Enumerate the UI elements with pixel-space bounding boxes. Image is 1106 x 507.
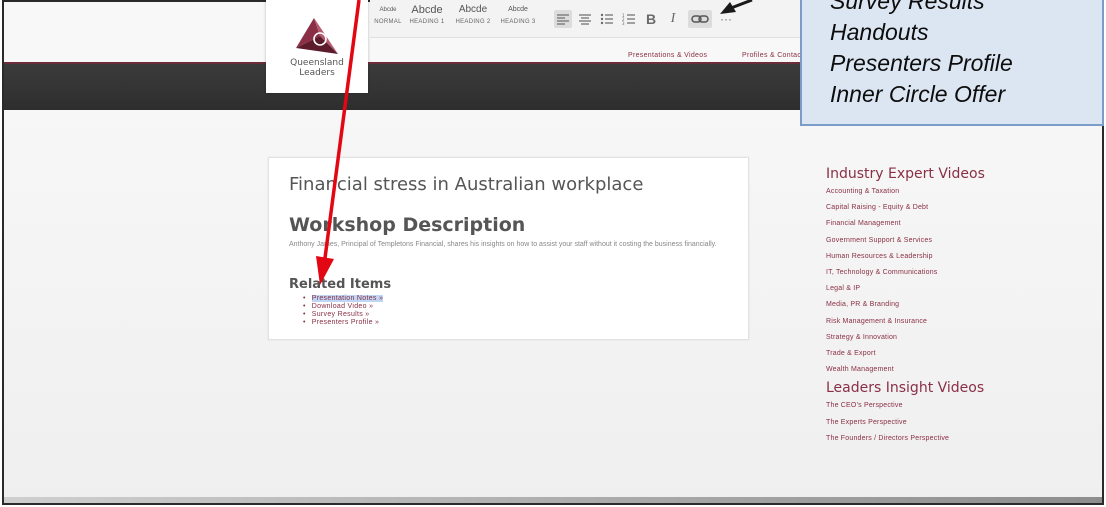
workshop-heading: Workshop Description	[289, 214, 526, 236]
style-heading-1[interactable]: Abcde HEADING 1	[406, 3, 448, 25]
sidebar-item-human-resources[interactable]: Human Resources & Leadership	[826, 249, 1096, 265]
bullet-list-button[interactable]	[598, 10, 616, 28]
article-card: Financial stress in Australian workplace…	[268, 157, 749, 340]
style-heading-2-preview: Abcde	[458, 4, 488, 15]
align-left-button[interactable]	[554, 10, 572, 28]
callout-line-1: Survey Results	[830, 0, 985, 14]
style-heading-3[interactable]: Abcde HEADING 3	[498, 3, 538, 25]
site-logo[interactable]: Queensland Leaders	[266, 0, 368, 93]
callout-line-2: Handouts	[830, 19, 929, 45]
related-item-download-video[interactable]: Download Video »	[303, 303, 383, 311]
sidebar-item-trade-export[interactable]: Trade & Export	[826, 346, 1096, 362]
logo-line-2: Leaders	[299, 68, 335, 78]
sidebar-item-risk-management[interactable]: Risk Management & Insurance	[826, 314, 1096, 330]
related-item-presentation-notes[interactable]: Presentation Notes »	[303, 295, 384, 303]
sidebar-item-capital-raising[interactable]: Capital Raising - Equity & Debt	[826, 200, 1096, 216]
video-categories-sidebar: Industry Expert Videos Accounting & Taxa…	[826, 165, 1096, 447]
svg-text:3: 3	[622, 21, 625, 25]
related-item-presenters-profile[interactable]: Presenters Profile »	[303, 319, 383, 327]
logo-line-1: Queensland	[290, 58, 344, 68]
align-left-icon	[557, 14, 569, 25]
related-items-list: Presentation Notes » Download Video » Su…	[303, 295, 384, 327]
sidebar-item-legal[interactable]: Legal & IP	[826, 281, 1096, 297]
related-item-label: Presenters Profile »	[311, 319, 380, 326]
style-normal-preview: Abcde	[379, 7, 397, 13]
related-item-survey-results[interactable]: Survey Results »	[303, 311, 383, 319]
annotation-callout: Survey Results Handouts Presenters Profi…	[800, 0, 1104, 126]
insert-link-button[interactable]	[688, 10, 712, 28]
more-options-button[interactable]: ···	[716, 10, 736, 28]
bullet-list-icon	[600, 13, 613, 25]
related-item-label: Download Video »	[311, 303, 374, 310]
industry-expert-heading: Industry Expert Videos	[826, 166, 985, 182]
related-item-label: Survey Results »	[311, 311, 370, 318]
numbered-list-icon: 123	[622, 13, 635, 26]
style-heading-3-caption: HEADING 3	[500, 19, 536, 25]
sidebar-item-government-support[interactable]: Government Support & Services	[826, 233, 1096, 249]
style-heading-3-preview: Abcde	[508, 6, 528, 13]
style-normal-caption: NORMAL	[374, 19, 402, 25]
sidebar-item-founders-perspective[interactable]: The Founders / Directors Perspective	[826, 431, 1096, 447]
style-heading-2[interactable]: Abcde HEADING 2	[452, 3, 494, 25]
sidebar-item-strategy[interactable]: Strategy & Innovation	[826, 330, 1096, 346]
workshop-description: Anthony James, Principal of Templetons F…	[289, 241, 717, 248]
style-heading-1-preview: Abcde	[411, 4, 443, 16]
nav-profiles-contacts[interactable]: Profiles & Contacts	[742, 52, 807, 59]
editor-toolbar: Abcde NORMAL Abcde HEADING 1 Abcde HEADI…	[370, 0, 806, 38]
bold-button[interactable]: B	[642, 10, 660, 28]
callout-line-3: Presenters Profile	[830, 50, 1013, 76]
link-icon	[691, 15, 709, 23]
nav-presentations-videos[interactable]: Presentations & Videos	[628, 52, 707, 59]
style-heading-1-caption: HEADING 1	[409, 19, 445, 25]
style-heading-2-caption: HEADING 2	[455, 19, 491, 25]
related-items-heading: Related Items	[289, 277, 392, 292]
callout-line-4: Inner Circle Offer	[830, 81, 1006, 107]
article-title: Financial stress in Australian workplace	[289, 174, 644, 195]
numbered-list-button[interactable]: 123	[620, 10, 638, 28]
bottom-border	[4, 497, 1102, 503]
sidebar-item-experts-perspective[interactable]: The Experts Perspective	[826, 415, 1096, 431]
related-item-label: Presentation Notes »	[311, 295, 384, 302]
sidebar-item-ceo-perspective[interactable]: The CEO's Perspective	[826, 398, 1096, 414]
leaders-insight-heading: Leaders Insight Videos	[826, 380, 985, 397]
style-normal[interactable]: Abcde NORMAL	[374, 3, 402, 25]
italic-button[interactable]: I	[664, 10, 682, 28]
sidebar-item-financial-management[interactable]: Financial Management	[826, 216, 1096, 232]
sidebar-item-wealth-management[interactable]: Wealth Management	[826, 362, 1096, 378]
align-center-button[interactable]	[576, 10, 594, 28]
queensland-leaders-logo-icon	[296, 18, 338, 54]
sidebar-item-it-technology[interactable]: IT, Technology & Communications	[826, 265, 1096, 281]
logo-text: Queensland Leaders	[266, 58, 368, 78]
sidebar-item-media-pr[interactable]: Media, PR & Branding	[826, 297, 1096, 313]
sidebar-item-accounting[interactable]: Accounting & Taxation	[826, 184, 1096, 200]
align-center-icon	[579, 14, 591, 25]
